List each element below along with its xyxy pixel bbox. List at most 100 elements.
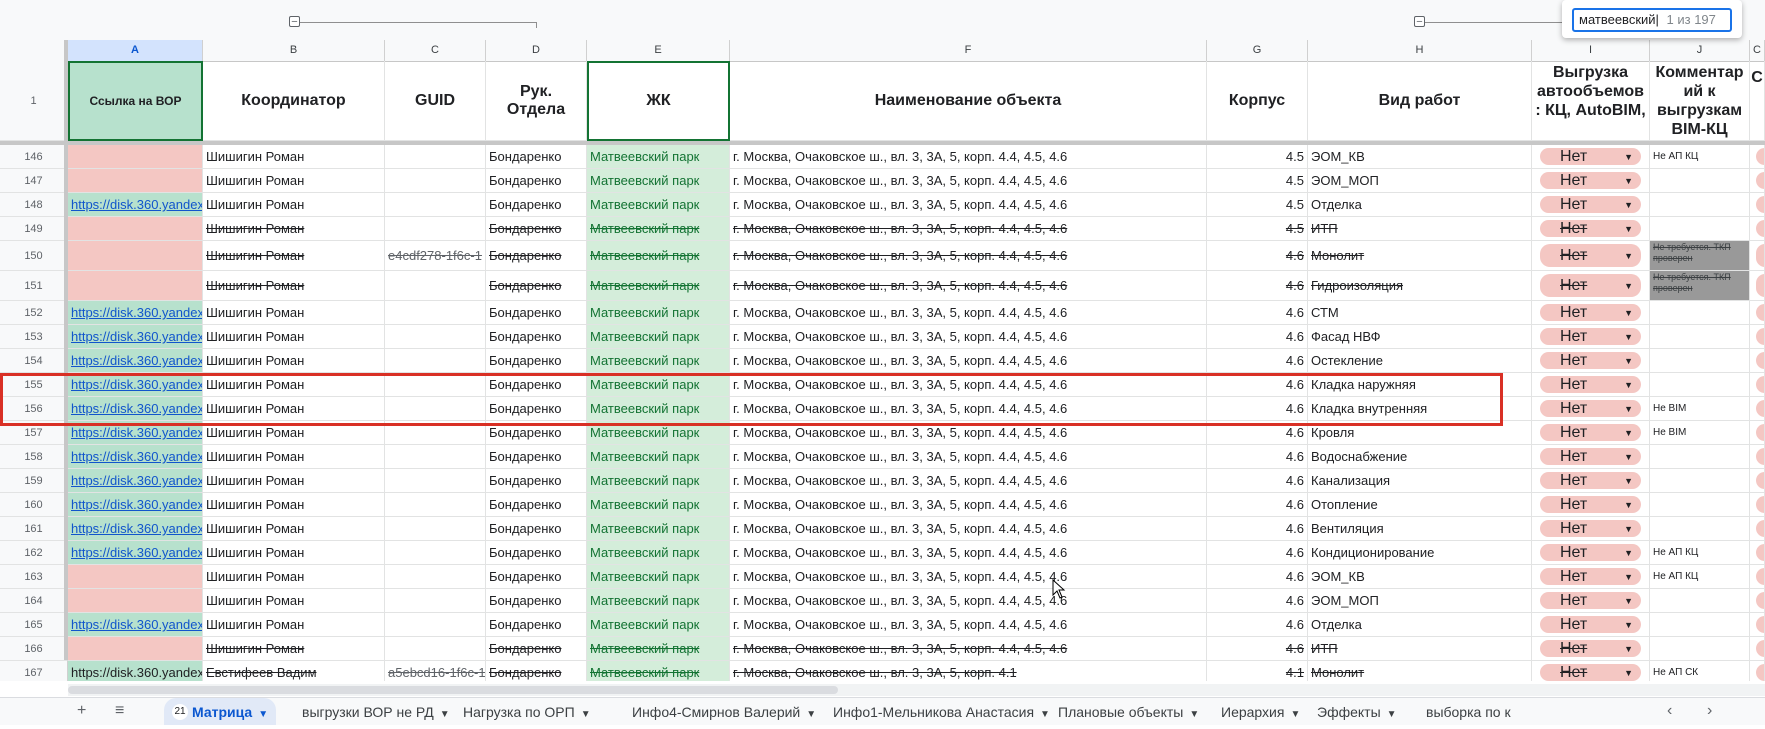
cell-e[interactable]: Матвеевский парк	[587, 325, 730, 349]
cell-k[interactable]	[1750, 169, 1765, 193]
cell-a[interactable]: https://disk.360.yandex	[68, 373, 203, 397]
cell-f[interactable]: г. Москва, Очаковское ш., вл. 3, 3А, 5, …	[730, 325, 1207, 349]
header-cell-g[interactable]: Корпус	[1207, 61, 1308, 141]
cell-h[interactable]: Фасад НВФ	[1308, 325, 1532, 349]
cell-h[interactable]: Кладка внутренняя	[1308, 397, 1532, 421]
cell-h[interactable]: Кондиционирование	[1308, 541, 1532, 565]
cell-i[interactable]: Нет ▼	[1532, 397, 1650, 421]
cell-h[interactable]: Отделка	[1308, 613, 1532, 637]
cell-b[interactable]: Шишигин Роман	[203, 349, 385, 373]
chevron-down-icon[interactable]: ▼	[258, 709, 268, 720]
cell-k[interactable]	[1750, 469, 1765, 493]
cell-j[interactable]: Не требуется. ТКП проверен	[1650, 271, 1750, 301]
cell-i[interactable]: Нет ▼	[1532, 301, 1650, 325]
cell-c[interactable]	[385, 145, 486, 169]
cell-d[interactable]: Бондаренко	[486, 637, 587, 661]
cell-g[interactable]: 4.6	[1207, 349, 1308, 373]
cell-g[interactable]: 4.6	[1207, 241, 1308, 271]
cell-f[interactable]: г. Москва, Очаковское ш., вл. 3, 3А, 5, …	[730, 637, 1207, 661]
cell-g[interactable]: 4.6	[1207, 421, 1308, 445]
vor-link[interactable]: https://disk.360.yandex	[71, 665, 202, 680]
cell-d[interactable]: Бондаренко	[486, 349, 587, 373]
row-number[interactable]: 158	[0, 445, 68, 469]
cell-e[interactable]: Матвеевский парк	[587, 541, 730, 565]
status-dropdown-chip[interactable]: Нет ▼	[1540, 196, 1641, 213]
cell-d[interactable]: Бондаренко	[486, 271, 587, 301]
sheet-tab[interactable]: выборка по к	[1426, 698, 1511, 725]
cell-a[interactable]: https://disk.360.yandex	[68, 301, 203, 325]
cell-c[interactable]	[385, 301, 486, 325]
cell-f[interactable]: г. Москва, Очаковское ш., вл. 3, 3А, 5, …	[730, 613, 1207, 637]
cell-c[interactable]	[385, 349, 486, 373]
col-header-i[interactable]: I	[1532, 40, 1650, 61]
cell-f[interactable]: г. Москва, Очаковское ш., вл. 3, 3А, 5, …	[730, 589, 1207, 613]
cell-i[interactable]: Нет ▼	[1532, 169, 1650, 193]
cell-j[interactable]	[1650, 193, 1750, 217]
cell-e[interactable]: Матвеевский парк	[587, 301, 730, 325]
row-number[interactable]: 149	[0, 217, 68, 241]
row-number[interactable]: 155	[0, 373, 68, 397]
cell-i[interactable]: Нет ▼	[1532, 193, 1650, 217]
header-cell-c[interactable]: GUID	[385, 61, 486, 141]
cell-b[interactable]: Шишигин Роман	[203, 193, 385, 217]
status-dropdown-chip[interactable]: Нет ▼	[1540, 220, 1641, 237]
vor-link[interactable]: https://disk.360.yandex	[71, 197, 202, 212]
cell-c[interactable]	[385, 637, 486, 661]
cell-i[interactable]: Нет ▼	[1532, 637, 1650, 661]
cell-d[interactable]: Бондаренко	[486, 373, 587, 397]
cell-d[interactable]: Бондаренко	[486, 613, 587, 637]
cell-c[interactable]	[385, 613, 486, 637]
status-dropdown-chip-partial[interactable]	[1756, 328, 1764, 345]
cell-c[interactable]	[385, 421, 486, 445]
cell-g[interactable]: 4.6	[1207, 397, 1308, 421]
cell-h[interactable]: ИТП	[1308, 637, 1532, 661]
cell-j[interactable]	[1650, 469, 1750, 493]
cell-i[interactable]: Нет ▼	[1532, 325, 1650, 349]
cell-b[interactable]: Шишигин Роман	[203, 493, 385, 517]
status-dropdown-chip-partial[interactable]	[1756, 424, 1764, 441]
cell-a[interactable]: https://disk.360.yandex	[68, 397, 203, 421]
cell-g[interactable]: 4.6	[1207, 517, 1308, 541]
cell-i[interactable]: Нет ▼	[1532, 493, 1650, 517]
vor-link[interactable]: https://disk.360.yandex	[71, 305, 202, 320]
find-input[interactable]: матвеевский| 1 из 197	[1572, 8, 1732, 32]
status-dropdown-chip[interactable]: Нет ▼	[1540, 244, 1641, 267]
cell-a[interactable]: https://disk.360.yandex	[68, 613, 203, 637]
chevron-down-icon[interactable]: ▼	[806, 709, 816, 720]
sheet-tab[interactable]: Эффекты ▼	[1317, 698, 1397, 725]
cell-j[interactable]	[1650, 493, 1750, 517]
row-number[interactable]: 164	[0, 589, 68, 613]
cell-h[interactable]: Отопление	[1308, 493, 1532, 517]
cell-g[interactable]: 4.5	[1207, 145, 1308, 169]
status-dropdown-chip[interactable]: Нет ▼	[1540, 568, 1641, 585]
cell-c[interactable]	[385, 517, 486, 541]
row-number[interactable]: 153	[0, 325, 68, 349]
cell-f[interactable]: г. Москва, Очаковское ш., вл. 3, 3А, 5, …	[730, 193, 1207, 217]
row-number[interactable]: 165	[0, 613, 68, 637]
status-dropdown-chip-partial[interactable]	[1756, 352, 1764, 369]
cell-k[interactable]	[1750, 145, 1765, 169]
cell-e[interactable]: Матвеевский парк	[587, 469, 730, 493]
cell-h[interactable]: ЭОМ_МОП	[1308, 169, 1532, 193]
status-dropdown-chip[interactable]: Нет ▼	[1540, 640, 1641, 657]
cell-g[interactable]: 4.6	[1207, 589, 1308, 613]
vor-link[interactable]: https://disk.360.yandex	[71, 497, 202, 512]
cell-a[interactable]	[68, 565, 203, 589]
row-number[interactable]: 152	[0, 301, 68, 325]
sheet-tab[interactable]: Инфо1-Мельникова Анастасия ▼	[833, 698, 1050, 725]
cell-i[interactable]: Нет ▼	[1532, 217, 1650, 241]
cell-e[interactable]: Матвеевский парк	[587, 613, 730, 637]
cell-d[interactable]: Бондаренко	[486, 169, 587, 193]
cell-b[interactable]: Шишигин Роман	[203, 301, 385, 325]
header-cell-f[interactable]: Наименование объекта	[730, 61, 1207, 141]
cell-e[interactable]: Матвеевский парк	[587, 445, 730, 469]
cell-j[interactable]	[1650, 589, 1750, 613]
cell-j[interactable]: Не АП СК	[1650, 661, 1750, 681]
cell-j[interactable]	[1650, 349, 1750, 373]
cell-b[interactable]: Шишигин Роман	[203, 217, 385, 241]
status-dropdown-chip[interactable]: Нет ▼	[1540, 592, 1641, 609]
collapse-group-icon[interactable]: −	[289, 16, 300, 28]
cell-k[interactable]	[1750, 541, 1765, 565]
cell-e[interactable]: Матвеевский парк	[587, 241, 730, 271]
cell-a[interactable]: https://disk.360.yandex	[68, 349, 203, 373]
